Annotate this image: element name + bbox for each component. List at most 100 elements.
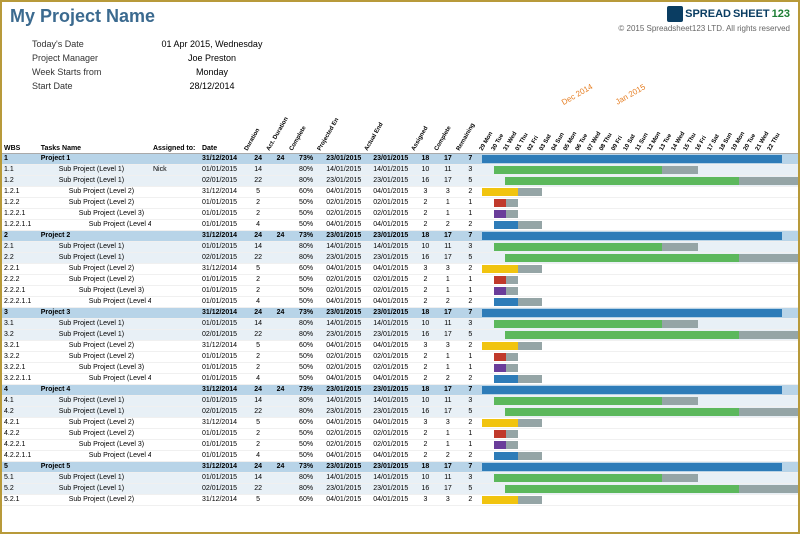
cell: 4 [247,296,269,307]
gantt-bar [494,452,518,460]
cell: 1.2.2.1 [2,208,39,219]
cell [269,450,291,461]
cell: 5 [247,494,269,505]
cell: 01/01/2015 [200,450,247,461]
date-header: 08 Thu [598,138,609,151]
cell [151,241,200,252]
date-header: 02 Fri [526,138,537,151]
info-value: Joe Preston [152,53,272,63]
cell: Sub Project (Level 1) [39,164,151,175]
table-row: 4.2.2.1Sub Project (Level 3)01/01/201525… [2,439,798,450]
cell [269,186,291,197]
cell: 23/01/2015 [367,483,414,494]
cell: Sub Project (Level 1) [39,252,151,263]
cell: 5 [459,252,481,263]
cell: 22 [247,329,269,340]
cell: 01/01/2015 [200,428,247,439]
gantt-bar [494,298,518,306]
cell [269,219,291,230]
cell: 22 [247,175,269,186]
gantt-bar [739,408,798,416]
cell: 18 [414,461,436,472]
cell: 01/01/2015 [200,285,247,296]
cell: 4 [247,450,269,461]
cell: 2 [414,373,436,384]
date-header: 14 Wed [670,138,681,151]
cell: 2 [247,274,269,285]
gantt-cell [482,417,798,428]
cell: 1 [437,428,459,439]
cell: 80% [292,175,321,186]
cell: 50% [292,285,321,296]
table-row: 1.2.1Sub Project (Level 2)31/12/2014560%… [2,186,798,197]
cell: 80% [292,395,321,406]
gantt-cell [482,406,798,417]
table-body: 1Project 131/12/2014242473%23/01/201523/… [2,153,798,505]
cell: 23/01/2015 [320,329,367,340]
timeline-months: Dec 2014 Jan 2015 [560,90,790,99]
gantt-cell [482,450,798,461]
cell: 3.2.2 [2,351,39,362]
gantt-cell [482,219,798,230]
cell: 2.2.1 [2,263,39,274]
cell: 1 [2,153,39,164]
gantt-bar [506,276,518,284]
column-header: Assigned to: [151,113,200,153]
cell: 1 [459,439,481,450]
cell: 2 [247,351,269,362]
cell: 80% [292,483,321,494]
cell: 04/01/2015 [367,450,414,461]
cell: 01/01/2015 [200,208,247,219]
gantt-cell [482,241,798,252]
cell: 73% [292,307,321,318]
cell: 1.1 [2,164,39,175]
cell [151,219,200,230]
cell: Sub Project (Level 2) [39,197,151,208]
cell: 23/01/2015 [367,230,414,241]
gantt-bar [494,430,506,438]
gantt-bar [506,199,518,207]
cell: Sub Project (Level 1) [39,318,151,329]
gantt-bar [482,419,518,427]
cell: 17 [437,384,459,395]
table-row: 2Project 231/12/2014242473%23/01/201523/… [2,230,798,241]
cell: 23/01/2015 [367,153,414,164]
gantt-bar [518,496,542,504]
cell: 23/01/2015 [320,175,367,186]
logo: SPREADSHEET123 [618,6,790,22]
cell: 1.2.2 [2,197,39,208]
cell: 80% [292,241,321,252]
cell: 4.2.2.1 [2,439,39,450]
cell: Project 2 [39,230,151,241]
cell: 02/01/2015 [320,197,367,208]
cell [269,439,291,450]
cell: 2.2.2.1.1 [2,296,39,307]
cell: 16 [414,406,436,417]
gantt-bar [518,452,542,460]
cell: 4.2.2 [2,428,39,439]
cell: Sub Project (Level 4) [39,450,151,461]
gantt-bar [494,441,506,449]
cell [269,197,291,208]
gantt-cell [482,252,798,263]
table-row: 2.2.2.1.1Sub Project (Level 4)01/01/2015… [2,296,798,307]
info-label: Today's Date [32,39,132,49]
cell [151,450,200,461]
table-row: 5.2Sub Project (Level 1)02/01/20152280%2… [2,483,798,494]
cell: 18 [414,230,436,241]
gantt-cell [482,329,798,340]
cell: 2 [414,428,436,439]
info-row: Today's Date01 Apr 2015, Wednesday [2,37,798,51]
cell: 01/01/2015 [200,439,247,450]
cell: 3 [437,186,459,197]
cell: 01/01/2015 [200,219,247,230]
cell: 3 [437,494,459,505]
cell: 5 [247,417,269,428]
cell: 50% [292,428,321,439]
cell: 50% [292,439,321,450]
cell: 16 [414,329,436,340]
cell: Sub Project (Level 4) [39,219,151,230]
cell: 2 [247,362,269,373]
cell: 50% [292,219,321,230]
cell [151,263,200,274]
